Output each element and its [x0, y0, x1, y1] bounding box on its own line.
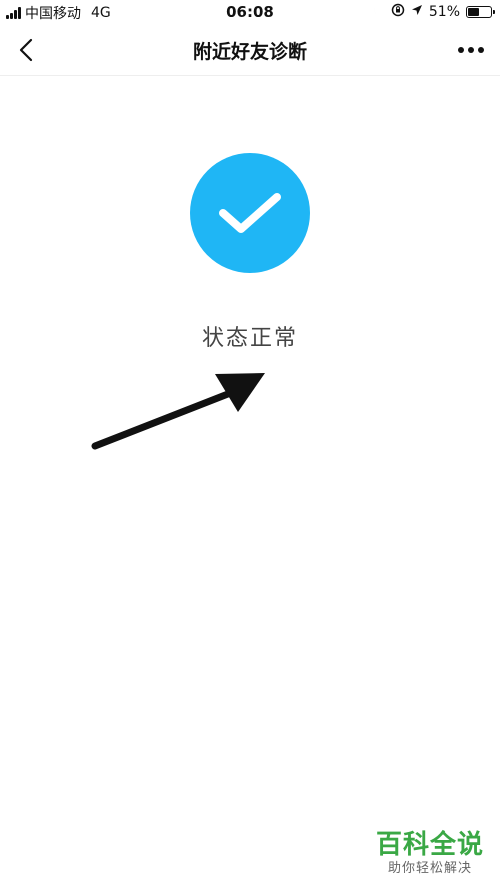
status-check-badge: [190, 153, 310, 273]
watermark: 百科全说 助你轻松解决: [376, 830, 484, 878]
rotation-lock-icon: [391, 3, 405, 21]
battery-percent: 51%: [428, 4, 460, 20]
moon-icon: [372, 4, 385, 21]
location-arrow-icon: [411, 4, 423, 20]
battery-icon: [466, 6, 495, 18]
more-button[interactable]: [456, 40, 486, 60]
more-dots-icon: [458, 47, 484, 53]
battery-fill: [468, 8, 479, 16]
status-bar-right: 51%: [372, 3, 495, 21]
nav-bar: 附近好友诊断: [0, 24, 500, 76]
status-bar: 中国移动 4G 06:08 51%: [0, 0, 500, 24]
watermark-title: 百科全说: [375, 830, 484, 860]
status-text: 状态正常: [201, 326, 298, 351]
page-title: 附近好友诊断: [192, 41, 307, 63]
watermark-subtitle: 助你轻松解决: [387, 861, 472, 876]
annotation-arrow-icon: [91, 373, 265, 450]
checkmark-icon: [219, 193, 281, 233]
